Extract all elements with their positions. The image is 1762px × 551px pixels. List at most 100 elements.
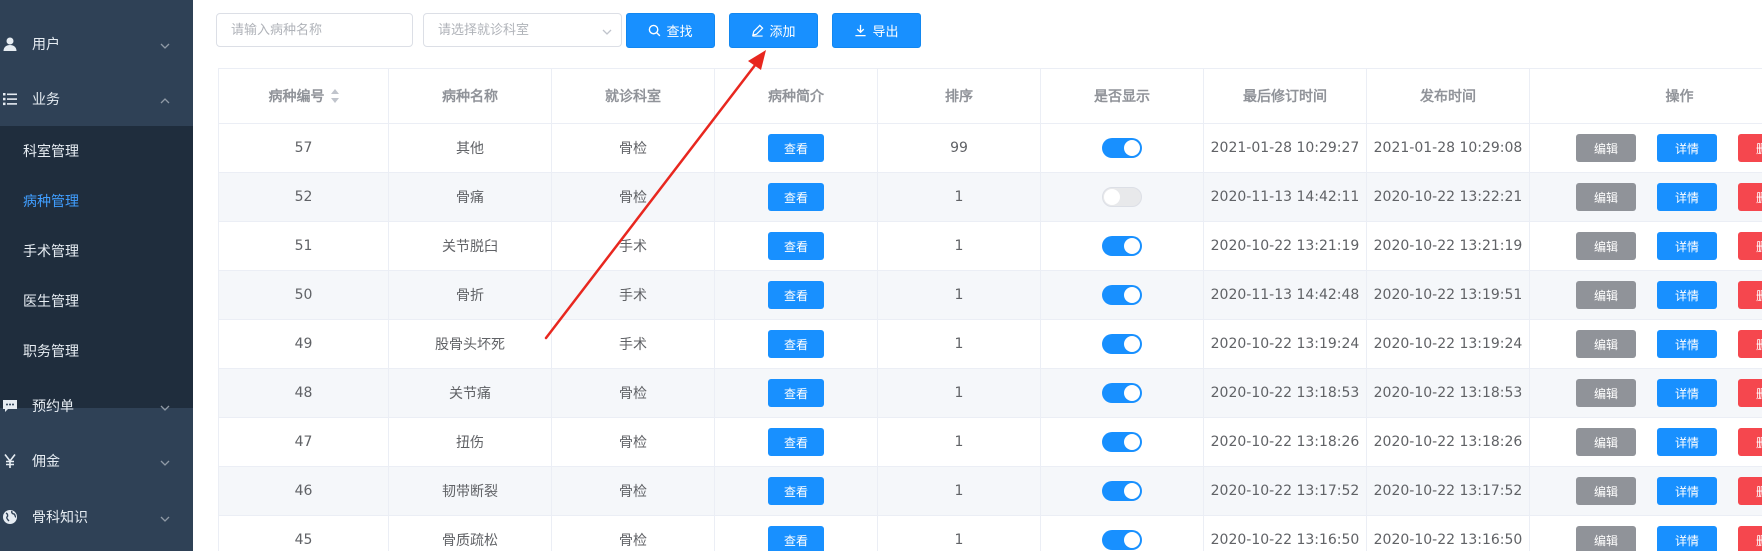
cell-order: 1 bbox=[877, 418, 1040, 466]
cell-name: 关节脱臼 bbox=[388, 222, 551, 270]
edit-button[interactable]: 编辑 bbox=[1576, 134, 1636, 162]
edit-button[interactable]: 编辑 bbox=[1576, 428, 1636, 456]
submenu-position-management[interactable]: 职务管理 bbox=[0, 326, 193, 376]
view-intro-button[interactable]: 查看 bbox=[768, 232, 824, 260]
header-id[interactable]: 病种编号 bbox=[218, 69, 388, 123]
detail-button[interactable]: 详情 bbox=[1657, 330, 1717, 358]
cell-modified: 2020-11-13 14:42:48 bbox=[1203, 271, 1366, 319]
cell-modified: 2020-10-22 13:18:53 bbox=[1203, 369, 1366, 417]
submenu-disease-management[interactable]: 病种管理 bbox=[0, 176, 193, 226]
header-published-label: 发布时间 bbox=[1420, 89, 1476, 105]
cell-id-text: 46 bbox=[294, 483, 313, 499]
delete-button[interactable]: 删除 bbox=[1738, 281, 1762, 309]
submenu-surgery-management[interactable]: 手术管理 bbox=[0, 226, 193, 276]
detail-button[interactable]: 详情 bbox=[1657, 232, 1717, 260]
cell-published: 2020-10-22 13:19:24 bbox=[1366, 320, 1529, 368]
edit-button[interactable]: 编辑 bbox=[1576, 232, 1636, 260]
menu-commission[interactable]: 佣金 bbox=[0, 433, 193, 489]
delete-button[interactable]: 删除 bbox=[1738, 330, 1762, 358]
delete-button[interactable]: 删除 bbox=[1738, 183, 1762, 211]
detail-button[interactable]: 详情 bbox=[1657, 526, 1717, 551]
visibility-toggle[interactable] bbox=[1102, 334, 1142, 354]
cell-id-text: 48 bbox=[294, 385, 313, 401]
view-intro-button[interactable]: 查看 bbox=[768, 183, 824, 211]
detail-button[interactable]: 详情 bbox=[1657, 281, 1717, 309]
disease-name-input[interactable] bbox=[216, 13, 413, 47]
visibility-toggle[interactable] bbox=[1102, 285, 1142, 305]
edit-button[interactable]: 编辑 bbox=[1576, 183, 1636, 211]
export-button[interactable]: 导出 bbox=[832, 13, 921, 48]
cell-published: 2020-10-22 13:19:51 bbox=[1366, 271, 1529, 319]
delete-button[interactable]: 删除 bbox=[1738, 232, 1762, 260]
cell-shown bbox=[1040, 222, 1203, 270]
view-intro-button[interactable]: 查看 bbox=[768, 330, 824, 358]
header-shown: 是否显示 bbox=[1040, 69, 1203, 123]
cell-dept-text: 骨检 bbox=[619, 190, 647, 206]
cell-published-text: 2020-10-22 13:19:24 bbox=[1373, 336, 1523, 352]
detail-button[interactable]: 详情 bbox=[1657, 428, 1717, 456]
delete-button[interactable]: 删除 bbox=[1738, 134, 1762, 162]
visibility-toggle[interactable] bbox=[1102, 481, 1142, 501]
submenu-label: 职务管理 bbox=[23, 344, 79, 360]
cell-published-text: 2020-10-22 13:22:21 bbox=[1373, 189, 1523, 205]
delete-button[interactable]: 删除 bbox=[1738, 428, 1762, 456]
cell-dept-text: 骨检 bbox=[619, 435, 647, 451]
list-icon bbox=[2, 91, 18, 107]
visibility-toggle[interactable] bbox=[1102, 383, 1142, 403]
cell-dept: 骨检 bbox=[551, 173, 714, 221]
visibility-toggle[interactable] bbox=[1102, 432, 1142, 452]
cell-published-text: 2020-10-22 13:21:19 bbox=[1373, 238, 1523, 254]
cell-order: 99 bbox=[877, 124, 1040, 172]
view-intro-button[interactable]: 查看 bbox=[768, 477, 824, 505]
detail-button[interactable]: 详情 bbox=[1657, 183, 1717, 211]
cell-modified: 2020-11-13 14:42:11 bbox=[1203, 173, 1366, 221]
detail-button[interactable]: 详情 bbox=[1657, 379, 1717, 407]
view-intro-button[interactable]: 查看 bbox=[768, 428, 824, 456]
cell-name: 骨折 bbox=[388, 271, 551, 319]
search-button[interactable]: 查找 bbox=[626, 13, 715, 48]
header-order-label: 排序 bbox=[945, 89, 973, 105]
submenu-doctor-management[interactable]: 医生管理 bbox=[0, 276, 193, 326]
sort-icon[interactable] bbox=[330, 89, 339, 103]
header-name-label: 病种名称 bbox=[442, 89, 498, 105]
detail-button[interactable]: 详情 bbox=[1657, 477, 1717, 505]
view-intro-button[interactable]: 查看 bbox=[768, 281, 824, 309]
department-select-input[interactable] bbox=[423, 13, 622, 47]
submenu-label: 医生管理 bbox=[23, 294, 79, 310]
visibility-toggle[interactable] bbox=[1102, 236, 1142, 256]
delete-button[interactable]: 删除 bbox=[1738, 477, 1762, 505]
delete-button[interactable]: 删除 bbox=[1738, 526, 1762, 551]
visibility-toggle[interactable] bbox=[1102, 187, 1142, 207]
table-row: 47 扭伤 骨检 查看 1 2020-10-22 13:18:26 2020-10-22 1… bbox=[218, 418, 1762, 467]
visibility-toggle[interactable] bbox=[1102, 138, 1142, 158]
submenu-label: 科室管理 bbox=[23, 144, 79, 160]
cell-shown bbox=[1040, 173, 1203, 221]
cell-order-text: 1 bbox=[954, 238, 964, 254]
edit-button[interactable]: 编辑 bbox=[1576, 477, 1636, 505]
cell-actions: 编辑详情删除 bbox=[1529, 516, 1762, 551]
visibility-toggle[interactable] bbox=[1102, 530, 1142, 550]
submenu-dept-management[interactable]: 科室管理 bbox=[0, 126, 193, 176]
header-intro-label: 病种简介 bbox=[768, 89, 824, 105]
menu-user[interactable]: 用户 bbox=[0, 16, 193, 72]
view-intro-button[interactable]: 查看 bbox=[768, 526, 824, 551]
menu-business[interactable]: 业务 bbox=[0, 71, 193, 127]
edit-button[interactable]: 编辑 bbox=[1576, 281, 1636, 309]
header-intro: 病种简介 bbox=[714, 69, 877, 123]
cell-published-text: 2020-10-22 13:19:51 bbox=[1373, 287, 1523, 303]
edit-button[interactable]: 编辑 bbox=[1576, 330, 1636, 358]
edit-button[interactable]: 编辑 bbox=[1576, 379, 1636, 407]
delete-button[interactable]: 删除 bbox=[1738, 379, 1762, 407]
add-button[interactable]: 添加 bbox=[729, 13, 818, 48]
menu-commission-label: 佣金 bbox=[32, 454, 60, 470]
menu-orthopedic-knowledge[interactable]: 骨科知识 bbox=[0, 489, 193, 545]
view-intro-button[interactable]: 查看 bbox=[768, 134, 824, 162]
cell-id: 50 bbox=[218, 271, 388, 319]
menu-appointments[interactable]: 预约单 bbox=[0, 378, 193, 434]
view-intro-button[interactable]: 查看 bbox=[768, 379, 824, 407]
edit-button[interactable]: 编辑 bbox=[1576, 526, 1636, 551]
menu-user-label: 用户 bbox=[32, 37, 60, 53]
detail-button[interactable]: 详情 bbox=[1657, 134, 1717, 162]
chat-icon bbox=[2, 398, 18, 414]
department-select[interactable] bbox=[423, 13, 622, 47]
